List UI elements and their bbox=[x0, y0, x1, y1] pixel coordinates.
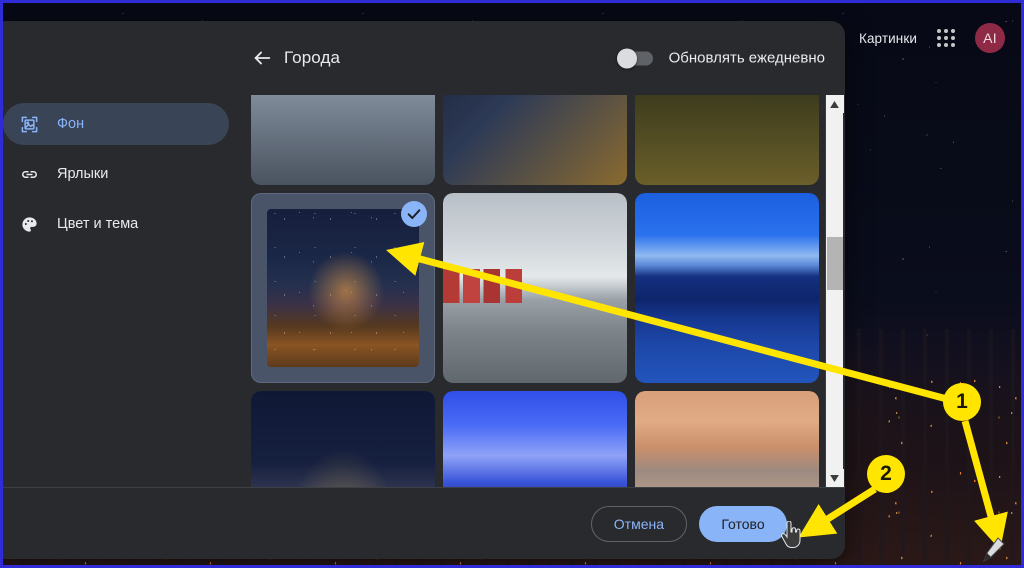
wallpaper-partial-top-left[interactable] bbox=[251, 95, 435, 185]
avatar[interactable]: AI bbox=[975, 23, 1005, 53]
triangle-down-icon[interactable] bbox=[825, 469, 844, 487]
wallpaper-blue-lake[interactable] bbox=[635, 193, 819, 383]
triangle-up-icon[interactable] bbox=[825, 95, 844, 113]
thumbnail bbox=[251, 391, 435, 487]
thumbnail bbox=[443, 193, 627, 383]
thumbnail bbox=[635, 193, 819, 383]
palette-icon bbox=[19, 214, 39, 234]
wallpaper-skyscrapers[interactable] bbox=[443, 391, 627, 487]
wallpaper-hague-sunset[interactable] bbox=[635, 391, 819, 487]
sidebar-item-color-theme[interactable]: Цвет и тема bbox=[3, 203, 229, 245]
refresh-daily-switch[interactable] bbox=[616, 48, 653, 68]
wallpaper-grid-scroll-area[interactable] bbox=[241, 95, 845, 487]
dialog-footer: Отмена Готово bbox=[3, 487, 845, 559]
thumbnail bbox=[267, 209, 419, 367]
sidebar-item-label: Фон bbox=[57, 116, 85, 132]
wallpaper-grid bbox=[241, 95, 823, 487]
vertical-scrollbar[interactable] bbox=[825, 95, 844, 487]
refresh-daily-toggle-group: Обновлять ежедневно bbox=[616, 48, 825, 68]
apps-grid-icon[interactable] bbox=[935, 27, 957, 49]
sidebar-item-shortcuts[interactable]: Ярлыки bbox=[3, 153, 229, 195]
wallpaper-paris-night[interactable] bbox=[251, 193, 435, 383]
google-topbar: Картинки AI bbox=[859, 23, 1005, 53]
wallpaper-bridge-night[interactable] bbox=[251, 391, 435, 487]
screenshot-root: Картинки AI Города Обновлять ежедневно Ф… bbox=[0, 0, 1024, 568]
scrollbar-track[interactable] bbox=[827, 113, 843, 469]
switch-knob bbox=[616, 48, 637, 68]
images-link[interactable]: Картинки bbox=[859, 31, 917, 46]
done-button[interactable]: Готово bbox=[699, 505, 787, 542]
thumbnail bbox=[635, 95, 819, 185]
customize-chrome-dialog: Города Обновлять ежедневно Фон Ярлыки Цв… bbox=[3, 21, 845, 559]
refresh-daily-label: Обновлять ежедневно bbox=[668, 49, 825, 67]
dialog-body: Фон Ярлыки Цвет и тема bbox=[3, 95, 845, 487]
thumbnail bbox=[635, 391, 819, 487]
sidebar-item-label: Цвет и тема bbox=[57, 216, 139, 232]
wallpaper-partial-top-right[interactable] bbox=[635, 95, 819, 185]
cancel-button[interactable]: Отмена bbox=[590, 505, 687, 542]
scrollbar-thumb[interactable] bbox=[827, 237, 843, 290]
arrow-left-icon[interactable] bbox=[249, 45, 275, 71]
sidebar-item-background[interactable]: Фон bbox=[3, 103, 229, 145]
thumbnail bbox=[251, 95, 435, 185]
wallpaper-partial-top-mid[interactable] bbox=[443, 95, 627, 185]
link-icon bbox=[19, 164, 39, 184]
sidebar-item-label: Ярлыки bbox=[57, 166, 109, 182]
check-circle-icon bbox=[401, 201, 427, 227]
thumbnail bbox=[443, 95, 627, 185]
page-title: Города bbox=[284, 48, 341, 67]
image-frame-icon bbox=[19, 114, 39, 134]
dialog-header: Города Обновлять ежедневно bbox=[3, 21, 845, 95]
wallpaper-snow-village[interactable] bbox=[443, 193, 627, 383]
dialog-sidebar: Фон Ярлыки Цвет и тема bbox=[3, 95, 241, 487]
thumbnail bbox=[443, 391, 627, 487]
